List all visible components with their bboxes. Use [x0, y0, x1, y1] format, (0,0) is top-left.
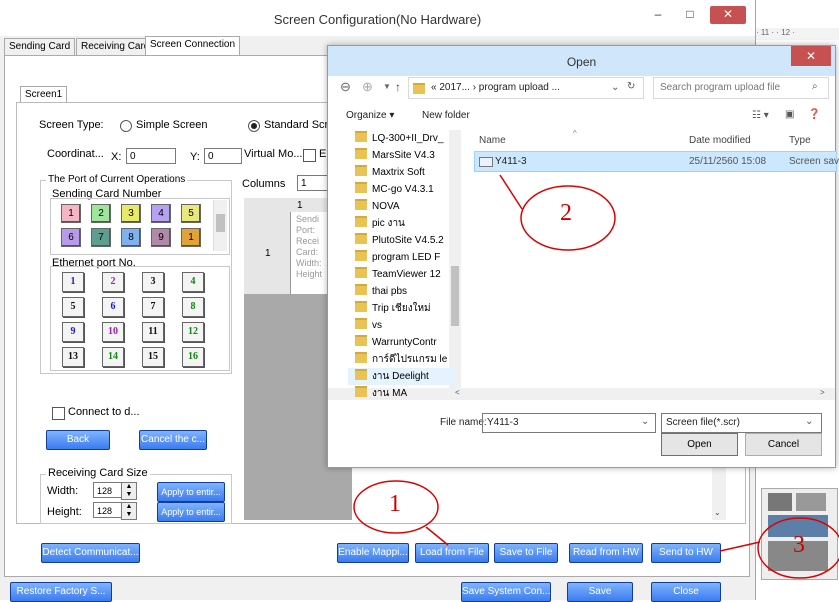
annotation-arrow-3	[719, 541, 761, 552]
annotation-arrow-1	[425, 526, 449, 546]
annotation-label-2: 2	[560, 200, 572, 226]
annotation-label-3: 3	[793, 532, 805, 558]
annotation-label-1: 1	[389, 491, 401, 517]
annotation-layer	[353, 174, 839, 579]
annotation-arrow-2	[499, 174, 523, 210]
